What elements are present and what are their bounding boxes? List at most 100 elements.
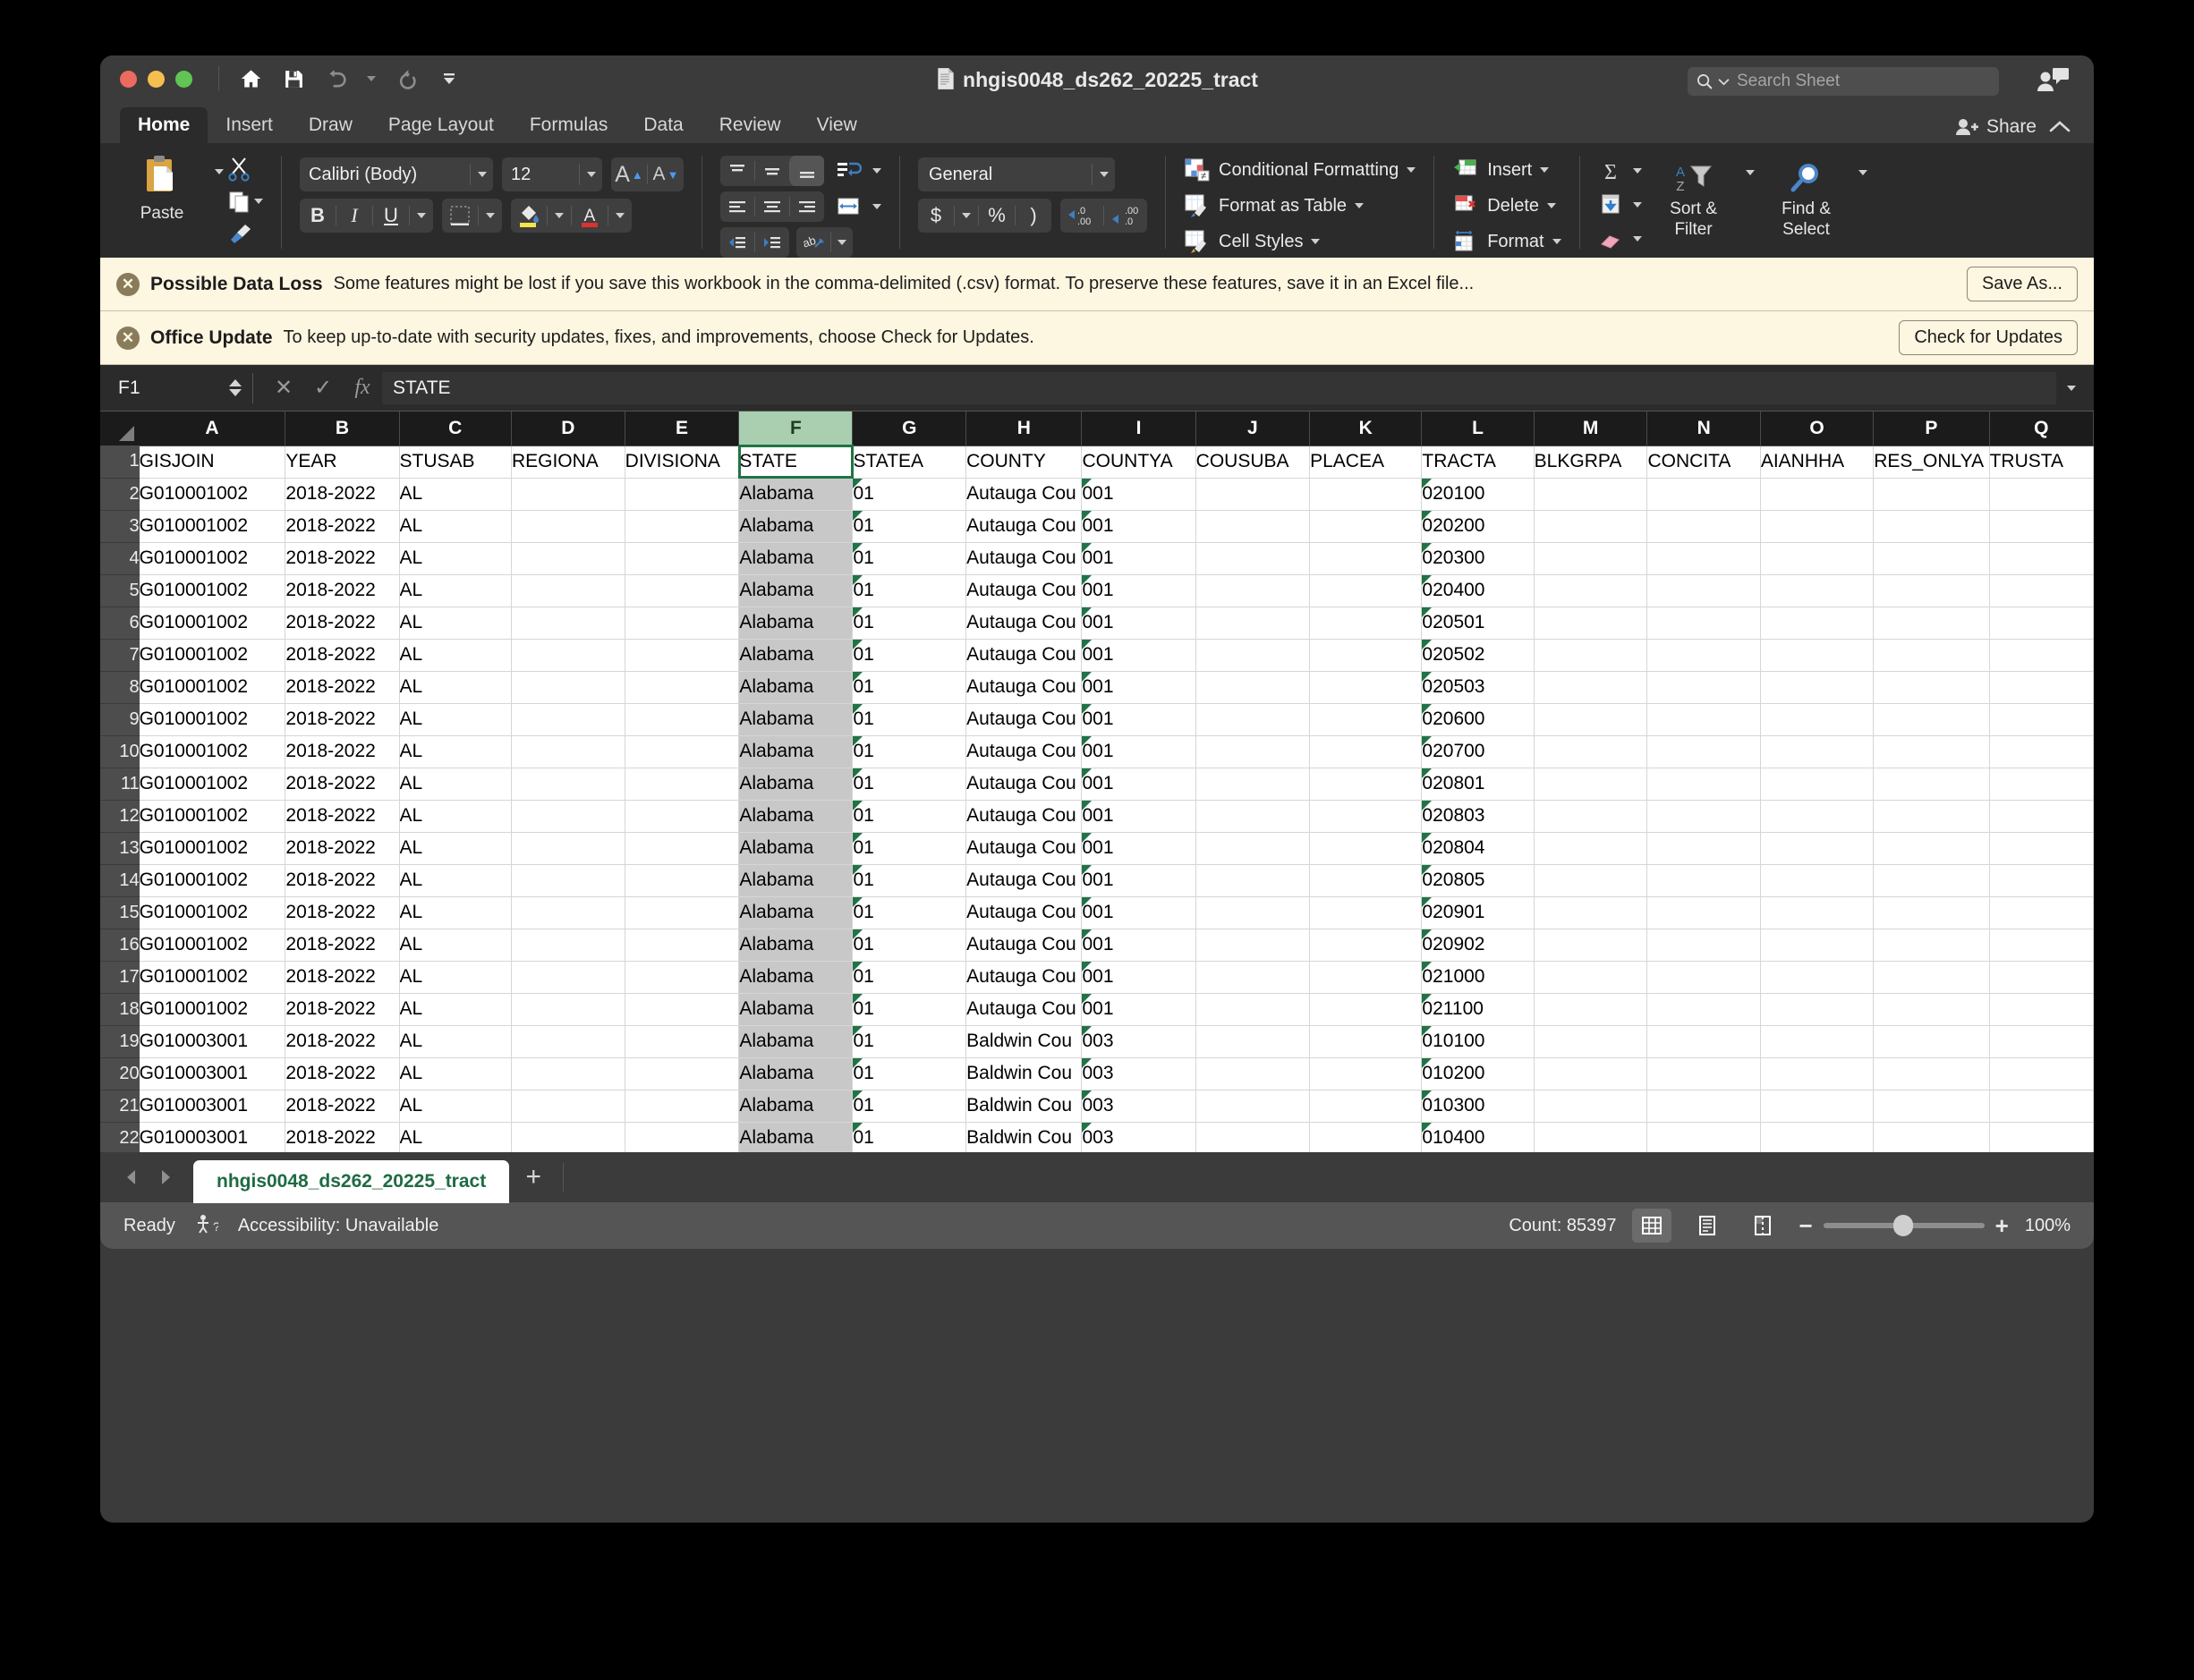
- row-header-16[interactable]: 16: [100, 929, 140, 962]
- cell-A16[interactable]: G010001002: [139, 929, 286, 962]
- cell-O1[interactable]: AIANHHA: [1760, 445, 1875, 479]
- cell-N5[interactable]: [1646, 574, 1761, 607]
- cell-L6[interactable]: 020501: [1421, 607, 1535, 640]
- cell-D18[interactable]: [511, 993, 625, 1026]
- cell-E19[interactable]: [625, 1025, 740, 1058]
- cell-C16[interactable]: AL: [399, 929, 512, 962]
- cell-Q8[interactable]: [1989, 671, 2094, 704]
- cell-G17[interactable]: 01: [852, 961, 967, 994]
- cell-B9[interactable]: 2018-2022: [285, 703, 400, 736]
- cell-E20[interactable]: [625, 1057, 740, 1090]
- cell-L22[interactable]: 010400: [1421, 1122, 1535, 1152]
- cell-M1[interactable]: BLKGRPA: [1534, 445, 1648, 479]
- cell-J18[interactable]: [1195, 993, 1311, 1026]
- column-header-g[interactable]: G: [852, 412, 967, 446]
- cell-F12[interactable]: Alabama: [738, 800, 854, 833]
- cell-C14[interactable]: AL: [399, 864, 512, 897]
- cell-Q15[interactable]: [1989, 896, 2094, 929]
- cell-Q17[interactable]: [1989, 961, 2094, 994]
- cell-L11[interactable]: 020801: [1421, 768, 1535, 801]
- row-header-7[interactable]: 7: [100, 639, 140, 672]
- decrease-font-size-button[interactable]: A ▼: [648, 157, 684, 191]
- cell-K15[interactable]: [1309, 896, 1423, 929]
- column-header-b[interactable]: B: [285, 412, 400, 446]
- align-right-button[interactable]: [790, 191, 824, 222]
- cell-O18[interactable]: [1760, 993, 1875, 1026]
- cell-H4[interactable]: Autauga Cou: [965, 542, 1083, 575]
- cell-K20[interactable]: [1309, 1057, 1423, 1090]
- cell-H22[interactable]: Baldwin Cou: [965, 1122, 1083, 1152]
- cell-O8[interactable]: [1760, 671, 1875, 704]
- cell-I12[interactable]: 001: [1081, 800, 1196, 833]
- cell-H9[interactable]: Autauga Cou: [965, 703, 1083, 736]
- cell-F3[interactable]: Alabama: [738, 510, 854, 543]
- cell-Q10[interactable]: [1989, 735, 2094, 768]
- cell-B2[interactable]: 2018-2022: [285, 478, 400, 511]
- row-header-10[interactable]: 10: [100, 735, 140, 768]
- cell-L19[interactable]: 010100: [1421, 1025, 1535, 1058]
- increase-indent-button[interactable]: [755, 227, 789, 258]
- cell-M8[interactable]: [1534, 671, 1648, 704]
- cell-E22[interactable]: [625, 1122, 740, 1152]
- cell-J12[interactable]: [1195, 800, 1311, 833]
- cell-H14[interactable]: Autauga Cou: [965, 864, 1083, 897]
- cell-H18[interactable]: Autauga Cou: [965, 993, 1083, 1026]
- cell-J7[interactable]: [1195, 639, 1311, 672]
- cell-B4[interactable]: 2018-2022: [285, 542, 400, 575]
- add-sheet-button[interactable]: +: [513, 1157, 554, 1198]
- cell-D5[interactable]: [511, 574, 625, 607]
- cell-K5[interactable]: [1309, 574, 1423, 607]
- cell-Q16[interactable]: [1989, 929, 2094, 962]
- cell-O2[interactable]: [1760, 478, 1875, 511]
- format-cells-caret-icon[interactable]: [1552, 239, 1561, 244]
- cell-N7[interactable]: [1646, 639, 1761, 672]
- cell-N22[interactable]: [1646, 1122, 1761, 1152]
- cell-D6[interactable]: [511, 607, 625, 640]
- cell-P18[interactable]: [1873, 993, 1990, 1026]
- cell-K19[interactable]: [1309, 1025, 1423, 1058]
- insert-cells-button[interactable]: Insert: [1452, 154, 1560, 186]
- cell-C15[interactable]: AL: [399, 896, 512, 929]
- cell-B18[interactable]: 2018-2022: [285, 993, 400, 1026]
- align-bottom-button[interactable]: [790, 156, 824, 186]
- cell-O14[interactable]: [1760, 864, 1875, 897]
- cell-A6[interactable]: G010001002: [139, 607, 286, 640]
- clear-button[interactable]: [1598, 224, 1642, 254]
- clear-caret-icon[interactable]: [1632, 236, 1642, 242]
- normal-view-icon[interactable]: [1632, 1209, 1672, 1243]
- text-orientation-caret-icon[interactable]: [831, 227, 853, 258]
- check-for-updates-button[interactable]: Check for Updates: [1899, 320, 2078, 355]
- cell-B1[interactable]: YEAR: [285, 445, 400, 479]
- cell-F10[interactable]: Alabama: [738, 735, 854, 768]
- cell-A3[interactable]: G010001002: [139, 510, 286, 543]
- cell-E5[interactable]: [625, 574, 740, 607]
- cell-E18[interactable]: [625, 993, 740, 1026]
- align-middle-button[interactable]: [755, 156, 789, 186]
- cell-L14[interactable]: 020805: [1421, 864, 1535, 897]
- cell-B6[interactable]: 2018-2022: [285, 607, 400, 640]
- cell-B22[interactable]: 2018-2022: [285, 1122, 400, 1152]
- cell-M22[interactable]: [1534, 1122, 1648, 1152]
- cell-M6[interactable]: [1534, 607, 1648, 640]
- cell-I22[interactable]: 003: [1081, 1122, 1196, 1152]
- cell-D22[interactable]: [511, 1122, 625, 1152]
- cell-H2[interactable]: Autauga Cou: [965, 478, 1083, 511]
- cell-L1[interactable]: TRACTA: [1421, 445, 1535, 479]
- column-header-j[interactable]: J: [1195, 412, 1311, 446]
- tab-data[interactable]: Data: [625, 107, 701, 143]
- copy-button[interactable]: [227, 186, 263, 216]
- cell-Q6[interactable]: [1989, 607, 2094, 640]
- cell-P15[interactable]: [1873, 896, 1990, 929]
- cell-E3[interactable]: [625, 510, 740, 543]
- cell-Q19[interactable]: [1989, 1025, 2094, 1058]
- cell-A21[interactable]: G010003001: [139, 1090, 286, 1123]
- cell-M13[interactable]: [1534, 832, 1648, 865]
- percent-format-button[interactable]: %: [979, 199, 1015, 233]
- cell-N12[interactable]: [1646, 800, 1761, 833]
- cell-D9[interactable]: [511, 703, 625, 736]
- confirm-icon[interactable]: ✓: [303, 375, 343, 401]
- cell-B11[interactable]: 2018-2022: [285, 768, 400, 801]
- row-header-3[interactable]: 3: [100, 510, 140, 543]
- cell-K13[interactable]: [1309, 832, 1423, 865]
- fill-button[interactable]: [1598, 190, 1642, 220]
